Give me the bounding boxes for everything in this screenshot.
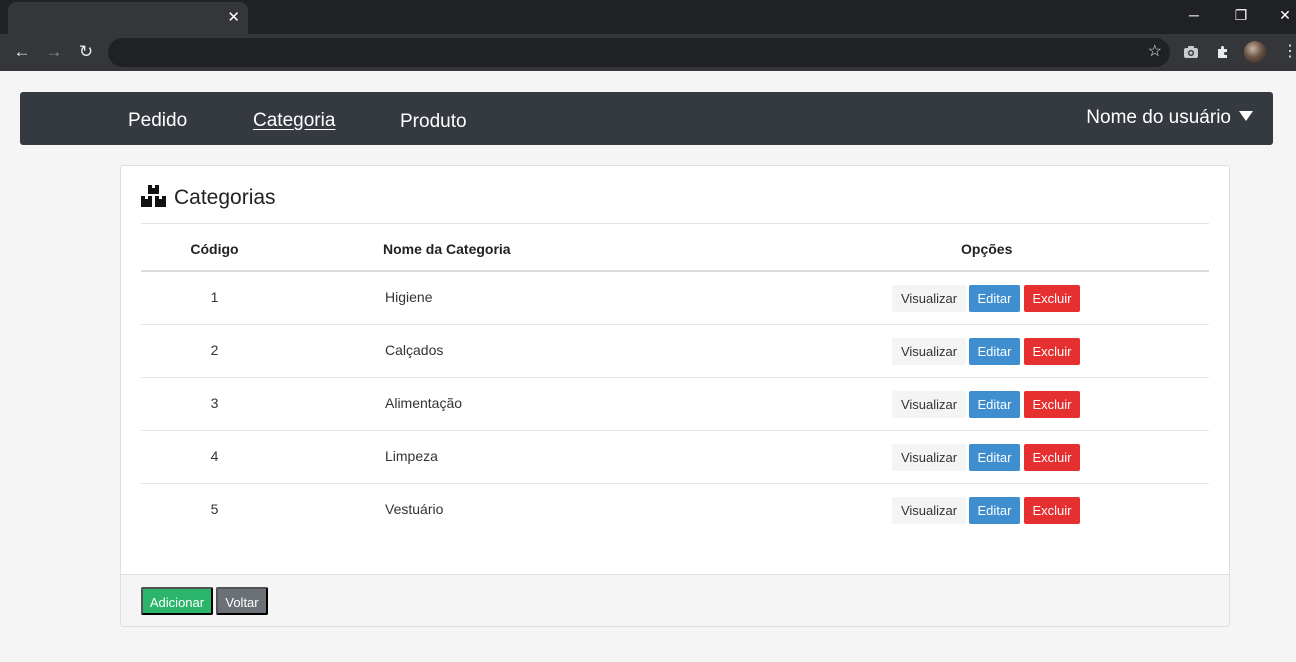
window-close-icon[interactable]: ✕ xyxy=(1270,4,1296,26)
view-button[interactable]: Visualizar xyxy=(892,391,966,418)
table-row: 4 Limpeza Visualizar Editar Excluir xyxy=(141,431,1209,484)
delete-button[interactable]: Excluir xyxy=(1024,497,1080,524)
categories-card: Categorias Código Nome da Categoria Opçõ… xyxy=(120,165,1230,627)
category-code: 4 xyxy=(210,448,219,464)
minimize-icon[interactable]: ─ xyxy=(1179,4,1209,26)
category-code: 2 xyxy=(210,342,219,358)
table-row: 1 Higiene Visualizar Editar Excluir xyxy=(141,272,1209,325)
user-menu[interactable]: Nome do usuário xyxy=(1086,106,1253,130)
tab-close-icon[interactable]: ✕ xyxy=(227,8,240,28)
user-name: Nome do usuário xyxy=(1086,107,1231,128)
puzzle-icon[interactable] xyxy=(1212,41,1234,63)
edit-button[interactable]: Editar xyxy=(969,338,1020,365)
view-button[interactable]: Visualizar xyxy=(892,497,966,524)
nav-link-pedido[interactable]: Pedido xyxy=(128,109,187,133)
view-button[interactable]: Visualizar xyxy=(892,285,966,312)
edit-button[interactable]: Editar xyxy=(969,285,1020,312)
reload-icon[interactable]: ↻ xyxy=(74,40,98,64)
edit-button[interactable]: Editar xyxy=(969,444,1020,471)
page-title-text: Categorias xyxy=(174,186,276,209)
column-header-options: Opções xyxy=(961,241,1013,257)
category-code: 3 xyxy=(210,395,219,411)
delete-button[interactable]: Excluir xyxy=(1024,444,1080,471)
browser-tab-strip: ✕ ─ ❐ ✕ xyxy=(0,0,1296,34)
view-button[interactable]: Visualizar xyxy=(892,338,966,365)
table-row: 5 Vestuário Visualizar Editar Excluir xyxy=(141,484,1209,537)
column-header-name: Nome da Categoria xyxy=(383,241,511,257)
address-bar[interactable]: ☆ xyxy=(108,38,1170,67)
browser-toolbar: ← → ↻ ☆ ⋮ xyxy=(0,34,1296,71)
table-header: Código Nome da Categoria Opções xyxy=(141,224,1209,272)
avatar[interactable] xyxy=(1244,41,1266,63)
app-navbar: Pedido Categoria Produto Nome do usuário xyxy=(20,92,1273,145)
category-code: 1 xyxy=(210,289,219,305)
add-button[interactable]: Adicionar xyxy=(141,587,213,615)
edit-button[interactable]: Editar xyxy=(969,497,1020,524)
category-name: Limpeza xyxy=(385,448,438,464)
page-title: Categorias xyxy=(141,185,276,214)
forward-icon[interactable]: → xyxy=(42,40,66,64)
table-row: 3 Alimentação Visualizar Editar Excluir xyxy=(141,378,1209,431)
kebab-menu-icon[interactable]: ⋮ xyxy=(1282,41,1296,63)
column-header-code: Código xyxy=(190,241,239,257)
restore-icon[interactable]: ❐ xyxy=(1226,4,1256,26)
table-row: 2 Calçados Visualizar Editar Excluir xyxy=(141,325,1209,378)
category-name: Vestuário xyxy=(385,501,444,517)
view-button[interactable]: Visualizar xyxy=(892,444,966,471)
edit-button[interactable]: Editar xyxy=(969,391,1020,418)
category-code: 5 xyxy=(210,501,219,517)
boxes-icon xyxy=(141,185,167,214)
category-name: Calçados xyxy=(385,342,444,358)
card-footer: Adicionar Voltar xyxy=(121,574,1229,626)
delete-button[interactable]: Excluir xyxy=(1024,391,1080,418)
nav-link-categoria[interactable]: Categoria xyxy=(253,109,335,133)
camera-icon[interactable] xyxy=(1180,41,1202,63)
back-icon[interactable]: ← xyxy=(10,40,34,64)
caret-down-icon xyxy=(1239,111,1253,121)
categories-table: Código Nome da Categoria Opções 1 Higien… xyxy=(141,224,1209,537)
delete-button[interactable]: Excluir xyxy=(1024,338,1080,365)
category-name: Higiene xyxy=(385,289,433,305)
nav-link-produto[interactable]: Produto xyxy=(400,110,467,134)
browser-tab[interactable]: ✕ xyxy=(8,2,248,34)
star-icon[interactable]: ☆ xyxy=(1148,41,1162,63)
category-name: Alimentação xyxy=(385,395,463,411)
delete-button[interactable]: Excluir xyxy=(1024,285,1080,312)
back-button[interactable]: Voltar xyxy=(216,587,268,615)
